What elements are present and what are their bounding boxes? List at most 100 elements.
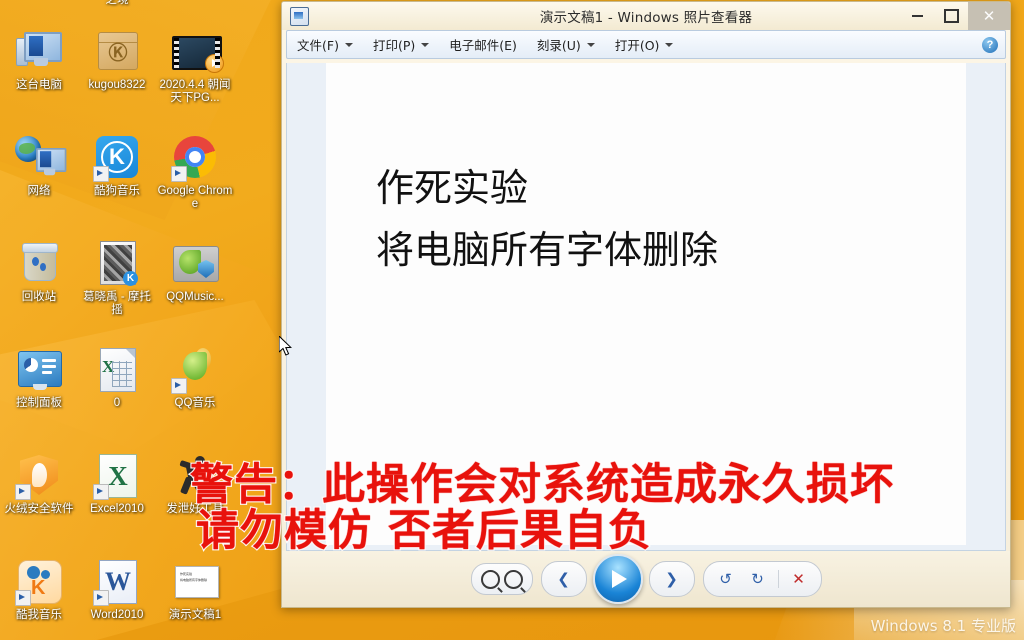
desktop-icon-recycle-bin[interactable]: 回收站 (0, 240, 78, 336)
kugou-music-icon: K (93, 134, 141, 182)
zoom-out-icon[interactable] (480, 569, 500, 589)
menu-item-email[interactable]: 电子邮件(E) (439, 31, 527, 58)
menu-item-label: 电子邮件(E) (449, 38, 517, 53)
desktop-icon-label: 火绒安全软件 (4, 503, 74, 515)
delete-button[interactable]: ✕ (784, 566, 814, 592)
mouse-cursor (278, 334, 294, 358)
menu-item-print[interactable]: 打印(P) (363, 31, 439, 58)
photo-viewer-window[interactable]: 演示文稿1 - Windows 照片查看器 ✕ 文件(F) 打印(P) 电子邮件… (281, 1, 1011, 608)
previous-button[interactable]: ❮ (549, 566, 579, 592)
pc-icon (15, 28, 63, 76)
desktop-icon-qqmusic-folder[interactable]: QQMusic... (156, 240, 234, 336)
zoom-in-icon[interactable] (503, 569, 523, 589)
desktop-icon-chrome[interactable]: Google Chrome (156, 134, 234, 230)
box-icon: Ⓚ (93, 28, 141, 76)
next-button[interactable]: ❯ (657, 566, 687, 592)
desktop-icon-word2010[interactable]: W Word2010 (78, 558, 156, 640)
viewer-toolbar[interactable]: ❮ ❯ ↺ ↻ ✕ (282, 551, 1010, 607)
desktop-icon-label: 0 (113, 397, 121, 409)
excel-doc-icon: X (93, 346, 141, 394)
rotate-delete-controls[interactable]: ↺ ↻ ✕ (702, 561, 822, 597)
title-bar[interactable]: 演示文稿1 - Windows 照片查看器 ✕ (282, 2, 1010, 30)
desktop-icon-row: 024 GRITTY - 轮回之境 PowerPoint (0, 0, 280, 28)
menu-item-open[interactable]: 打开(O) (605, 31, 684, 58)
network-globe-icon (15, 134, 67, 182)
desktop-icon-label: 控制面板 (16, 397, 62, 409)
shortcut-overlay-icon (15, 590, 31, 606)
desktop-icon-024[interactable]: 024 (0, 0, 78, 18)
runner-icon (171, 452, 219, 500)
toolbar-separator (777, 570, 779, 588)
desktop-icon-excel2010[interactable]: X Excel2010 (78, 452, 156, 548)
desktop-icon-label: kugou8322 (88, 79, 146, 91)
desktop-icon-qq-music[interactable]: QQ音乐 (156, 346, 234, 442)
desktop-icon-label: 网络 (27, 185, 51, 197)
desktop-icon-label: 演示文稿1 (168, 609, 222, 621)
slide-text-line1: 作死实验 (376, 166, 529, 210)
huorong-icon (15, 452, 63, 500)
navigation-controls-right[interactable]: ❯ (648, 561, 695, 597)
desktop-icon-label: 发泄好工具 (166, 503, 224, 515)
desktop-icon-label: QQ音乐 (174, 397, 216, 409)
desktop-icon-label: 回收站 (21, 291, 57, 303)
desktop-icon-powerpoint[interactable]: PowerPoint (156, 0, 234, 18)
desktop-icon-huorong[interactable]: 火绒安全软件 (0, 452, 78, 548)
desktop-icon-label: 酷狗音乐 (94, 185, 140, 197)
menu-item-label: 文件(F) (297, 38, 339, 53)
desktop-icon-label: 这台电脑 (16, 79, 62, 91)
menu-item-label: 打印(P) (372, 38, 416, 53)
slide-thumb-line1: 作死实验 (180, 572, 193, 576)
desktop-icon-video[interactable]: 2020.4.4 朝闻天下PG... (156, 28, 234, 124)
desktop-icon-row: 火绒安全软件 X Excel2010 发泄好工具 (0, 452, 280, 558)
chevron-down-icon (665, 42, 674, 47)
desktop-icon-label: Excel2010 (90, 503, 144, 515)
desktop-icon-control-panel[interactable]: 控制面板 (0, 346, 78, 442)
desktop-icon-this-pc[interactable]: 这台电脑 (0, 28, 78, 124)
desktop-icon-kugou8322[interactable]: Ⓚ kugou8322 (78, 28, 156, 124)
desktop-icon-row: 控制面板 X 0 QQ音乐 (0, 346, 280, 452)
word-icon: W (93, 558, 141, 606)
excel-icon: X (93, 452, 141, 500)
menu-item-burn[interactable]: 刻录(U) (527, 31, 605, 58)
desktop-icon-row: 网络 K 酷狗音乐 Google Chrome (0, 134, 280, 240)
rotate-left-button[interactable]: ↺ (711, 566, 741, 592)
desktop-icon-label: 酷我音乐 (16, 609, 62, 621)
slide-image: 作死实验 将电脑所有字体删除 (326, 63, 966, 545)
cursor-arrow-icon (278, 334, 292, 356)
desktop-icon-vent-tool[interactable]: 发泄好工具 (156, 452, 234, 548)
desktop-icon-presentation1[interactable]: 作死实验 将电脑所有字体删除 演示文稿1 (156, 558, 234, 640)
desktop-icon-song-file[interactable]: K 葛晓禹 - 摩托摇 (78, 240, 156, 336)
chevron-down-icon (344, 42, 353, 47)
desktop-icon-kugou-music[interactable]: K 酷狗音乐 (78, 134, 156, 230)
desktop-icon-label: 葛晓禹 - 摩托摇 (83, 291, 151, 316)
desktop-icon-label: Google Chrome (157, 185, 233, 210)
desktop-icon-row: 回收站 K 葛晓禹 - 摩托摇 QQMusic... (0, 240, 280, 346)
desktop-icon-excel-doc-0[interactable]: X 0 (78, 346, 156, 442)
shortcut-overlay-icon (171, 166, 187, 182)
qq-music-folder-icon (171, 240, 219, 288)
menu-item-label: 打开(O) (614, 38, 660, 53)
menu-item-file[interactable]: 文件(F) (287, 31, 363, 58)
desktop-icon-grid: 024 GRITTY - 轮回之境 PowerPoint 这台电脑 Ⓚ (0, 0, 280, 640)
chrome-icon (171, 134, 219, 182)
rotate-right-button[interactable]: ↻ (743, 566, 773, 592)
shortcut-overlay-icon (93, 484, 109, 500)
desktop-icon-gritty[interactable]: GRITTY - 轮回之境 (78, 0, 156, 18)
window-title: 演示文稿1 - Windows 照片查看器 (539, 10, 753, 26)
menu-bar[interactable]: 文件(F) 打印(P) 电子邮件(E) 刻录(U) 打开(O) ? (286, 30, 1006, 59)
desktop-icon-kuwo[interactable]: K 酷我音乐 (0, 558, 78, 640)
shortcut-overlay-icon (93, 590, 109, 606)
desktop-icon-label: QQMusic... (166, 291, 224, 303)
slide-text-line2: 将电脑所有字体删除 (376, 228, 719, 272)
desktop-icon-network[interactable]: 网络 (0, 134, 78, 230)
zoom-controls[interactable] (470, 563, 533, 595)
kuwo-icon: K (15, 558, 63, 606)
shortcut-overlay-icon (171, 378, 187, 394)
navigation-controls[interactable]: ❮ (540, 561, 587, 597)
windows-activation-watermark: Windows 8.1 专业版 (870, 617, 1016, 635)
slide-thumb-line2: 将电脑所有字体删除 (180, 578, 208, 582)
help-icon[interactable]: ? (982, 36, 998, 53)
image-canvas[interactable]: 作死实验 将电脑所有字体删除 (286, 63, 1006, 551)
recycle-bin-icon (15, 240, 63, 288)
slideshow-button[interactable] (592, 554, 643, 604)
